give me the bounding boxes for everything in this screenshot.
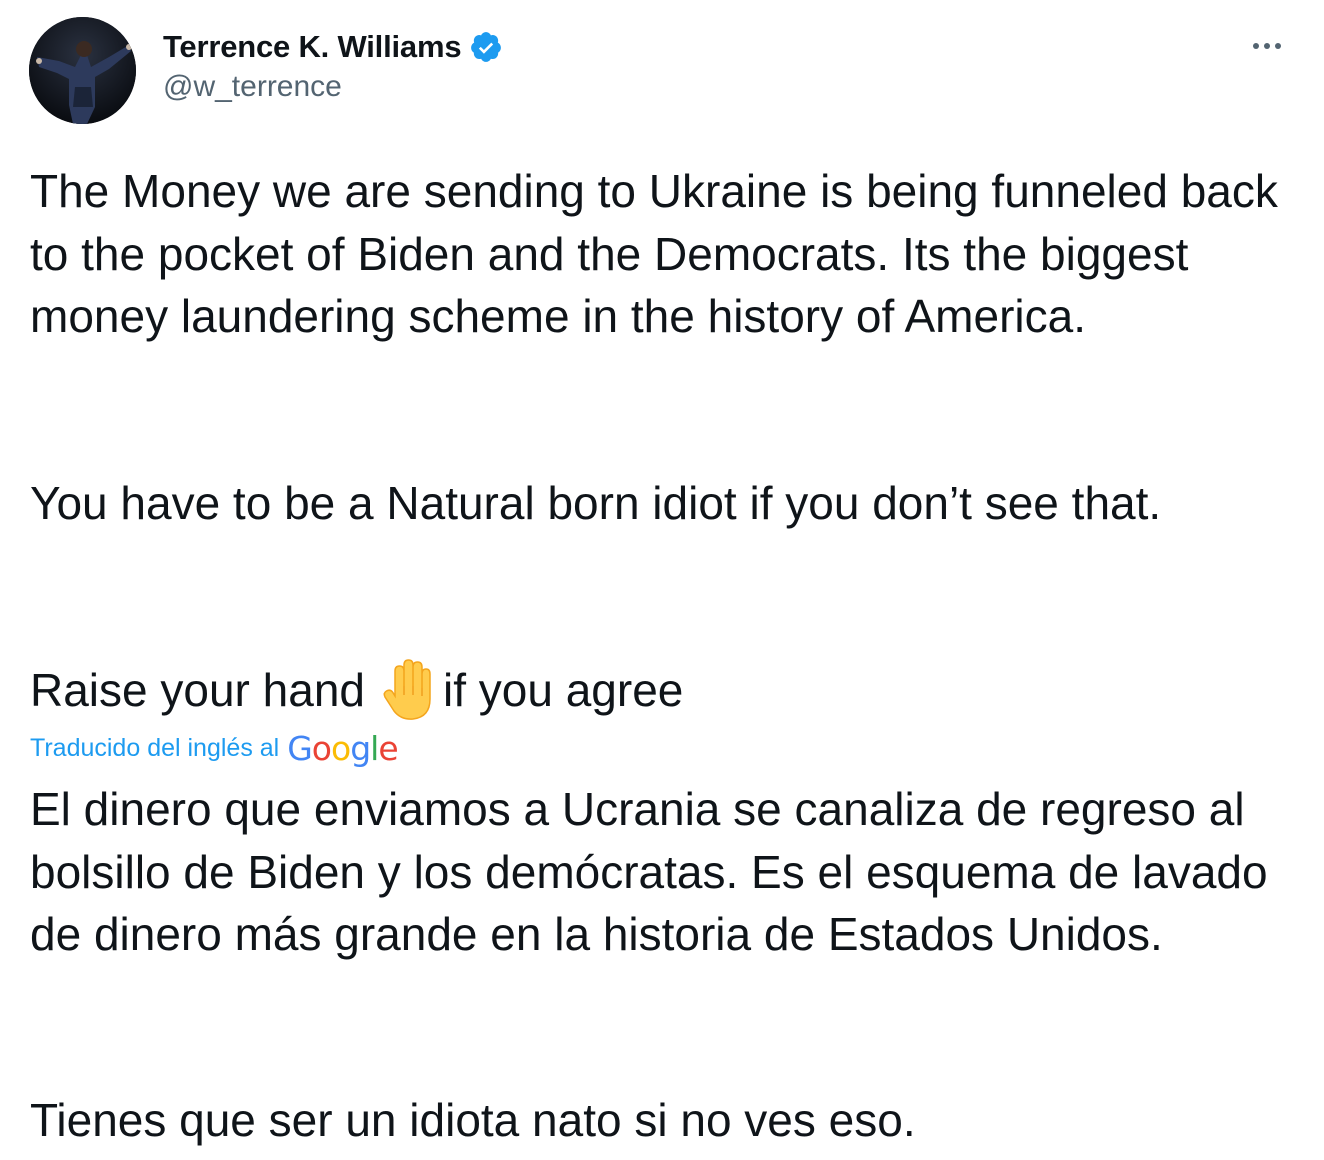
tweet-text-paragraph: Raise your hand if you agree	[30, 659, 1300, 722]
more-dot	[1253, 43, 1259, 49]
more-dots-icon[interactable]	[1246, 30, 1288, 62]
author-handle[interactable]: @w_terrence	[163, 70, 503, 104]
google-logo-letter: o	[331, 728, 351, 768]
tweet-card: Terrence K. Williams @w_terrence The Mon…	[0, 0, 1324, 1160]
google-logo-letter: g	[350, 728, 371, 768]
google-logo-letter: G	[287, 728, 313, 768]
verified-badge-icon	[469, 30, 503, 64]
raised-hand-icon	[381, 659, 439, 721]
tweet-text-segment: Raise your hand	[30, 664, 365, 716]
translation-attribution[interactable]: Traducido del inglés al Google	[30, 728, 399, 768]
translated-text-paragraph: Tienes que ser un idiota nato si no ves …	[30, 1094, 916, 1146]
tweet-text-paragraph: You have to be a Natural born idiot if y…	[30, 477, 1162, 529]
google-logo-letter: e	[378, 728, 398, 768]
more-dot	[1275, 43, 1281, 49]
translated-text-paragraph: El dinero que enviamos a Ucrania se cana…	[30, 783, 1268, 960]
author-name-row: Terrence K. Williams	[163, 26, 503, 68]
google-logo-letter: o	[311, 728, 332, 768]
more-dot	[1264, 43, 1270, 49]
tweet-text-paragraph: The Money we are sending to Ukraine is b…	[30, 165, 1278, 342]
translation-label: Traducido del inglés al	[30, 733, 280, 762]
avatar-photo	[29, 17, 136, 124]
author-display-name[interactable]: Terrence K. Williams	[163, 29, 462, 65]
author-info: Terrence K. Williams @w_terrence	[163, 26, 503, 104]
google-logo: Google	[287, 728, 398, 768]
tweet-text-segment: if you agree	[442, 664, 684, 716]
avatar[interactable]	[29, 17, 136, 124]
